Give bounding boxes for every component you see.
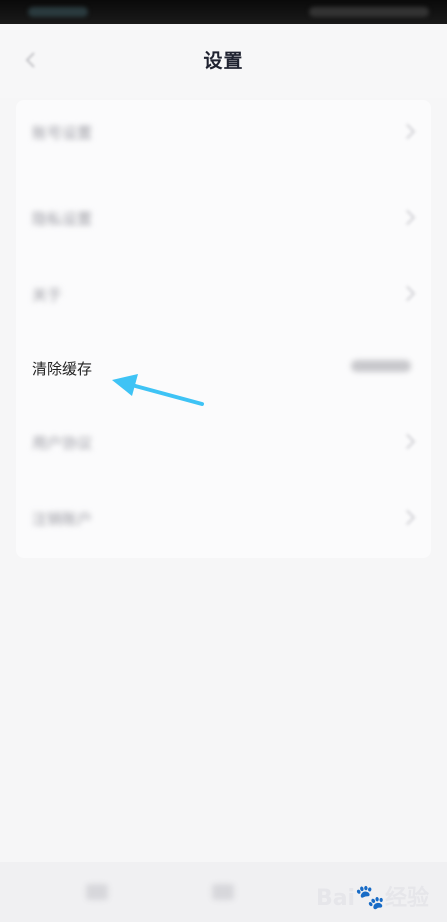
paw-icon: 🐾: [355, 883, 385, 911]
settings-item-agreement[interactable]: 用户协议: [16, 418, 431, 468]
settings-item-account[interactable]: 账号设置: [16, 108, 431, 158]
page-title: 设置: [203, 50, 244, 72]
status-right-icons: [309, 7, 429, 17]
settings-item-label: 隐私设置: [32, 210, 93, 228]
settings-item-label: 注销账户: [32, 510, 93, 528]
settings-item-label: 清除缓存: [32, 360, 93, 378]
header: 设置: [0, 24, 447, 98]
settings-item-label: 用户协议: [32, 434, 93, 452]
tab-middle-icon[interactable]: [212, 884, 234, 900]
pointer-arrow-icon: [112, 374, 204, 406]
watermark-suffix: 经验: [384, 886, 429, 911]
status-bar: [0, 0, 447, 24]
settings-item-clear-cache[interactable]: 清除缓存: [16, 344, 431, 394]
settings-item-privacy[interactable]: 隐私设置: [16, 194, 431, 244]
bottom-tab-bar: Bai🐾经验: [0, 862, 447, 922]
watermark-text: Bai: [315, 886, 356, 911]
status-left-info: [28, 7, 88, 17]
settings-item-label: 账号设置: [32, 124, 93, 142]
settings-card: 账号设置 隐私设置 关于 清除缓存 用户协议 注销账户: [16, 100, 431, 558]
chevron-right-icon: [399, 509, 416, 526]
chevron-right-icon: [399, 433, 416, 450]
settings-item-deactivate[interactable]: 注销账户: [16, 494, 431, 544]
settings-item-about[interactable]: 关于: [16, 270, 431, 320]
chevron-right-icon: [399, 123, 416, 140]
baidu-jingyan-watermark: Bai🐾经验: [316, 880, 429, 912]
cache-size-value: [351, 360, 411, 372]
tab-home-icon[interactable]: [86, 884, 108, 900]
settings-item-label: 关于: [32, 286, 63, 304]
chevron-right-icon: [399, 285, 416, 302]
chevron-right-icon: [399, 209, 416, 226]
